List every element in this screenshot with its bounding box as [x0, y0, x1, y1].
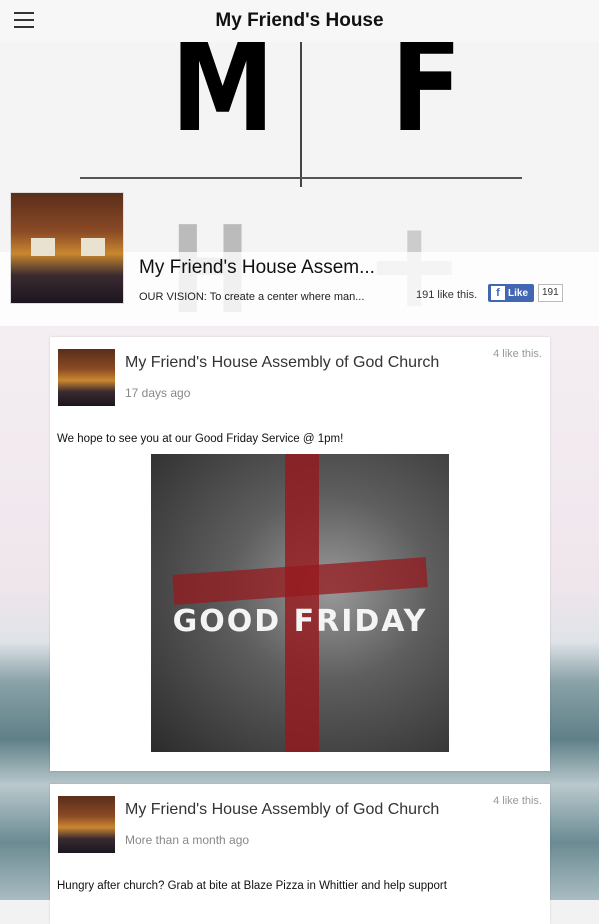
feed-post[interactable]: My Friend's House Assembly of God Church… [50, 784, 550, 924]
cover-divider-vertical [300, 42, 302, 187]
post-author-name[interactable]: My Friend's House Assembly of God Church [125, 354, 439, 372]
post-timestamp: More than a month ago [125, 833, 250, 847]
feed-post[interactable]: My Friend's House Assembly of God Church… [50, 337, 550, 771]
post-like-count: 4 like this. [493, 795, 542, 807]
facebook-icon: f [491, 286, 505, 300]
page-name[interactable]: My Friend's House Assem... [139, 257, 375, 279]
post-timestamp: 17 days ago [125, 386, 191, 400]
facebook-like-button[interactable]: f Like [488, 284, 534, 302]
cover-letter-f: F [390, 42, 462, 161]
good-friday-text: GOOD FRIDAY [172, 604, 428, 639]
church-screen-right [81, 238, 105, 256]
page-vision: OUR VISION: To create a center where man… [139, 291, 365, 303]
post-message: We hope to see you at our Good Friday Se… [57, 433, 344, 445]
cover-letter-m: M [170, 42, 275, 161]
page-profile-picture[interactable] [10, 192, 124, 304]
app-title: My Friend's House [215, 10, 384, 31]
post-like-count: 4 like this. [493, 348, 542, 360]
cross-vertical [285, 454, 319, 752]
post-author-avatar[interactable] [58, 349, 115, 406]
post-message: Hungry after church? Grab at bite at Bla… [57, 880, 447, 892]
cover-divider-horizontal [80, 177, 522, 179]
top-bar: My Friend's House [0, 0, 599, 42]
page-likes-text: 191 like this. [416, 289, 478, 301]
post-author-avatar[interactable] [58, 796, 115, 853]
good-friday-image[interactable]: GOOD FRIDAY [151, 454, 449, 752]
post-author-name[interactable]: My Friend's House Assembly of God Church [125, 801, 439, 819]
like-label: Like [508, 287, 529, 299]
like-count-bubble: 191 [538, 284, 563, 302]
church-screen-left [31, 238, 55, 256]
